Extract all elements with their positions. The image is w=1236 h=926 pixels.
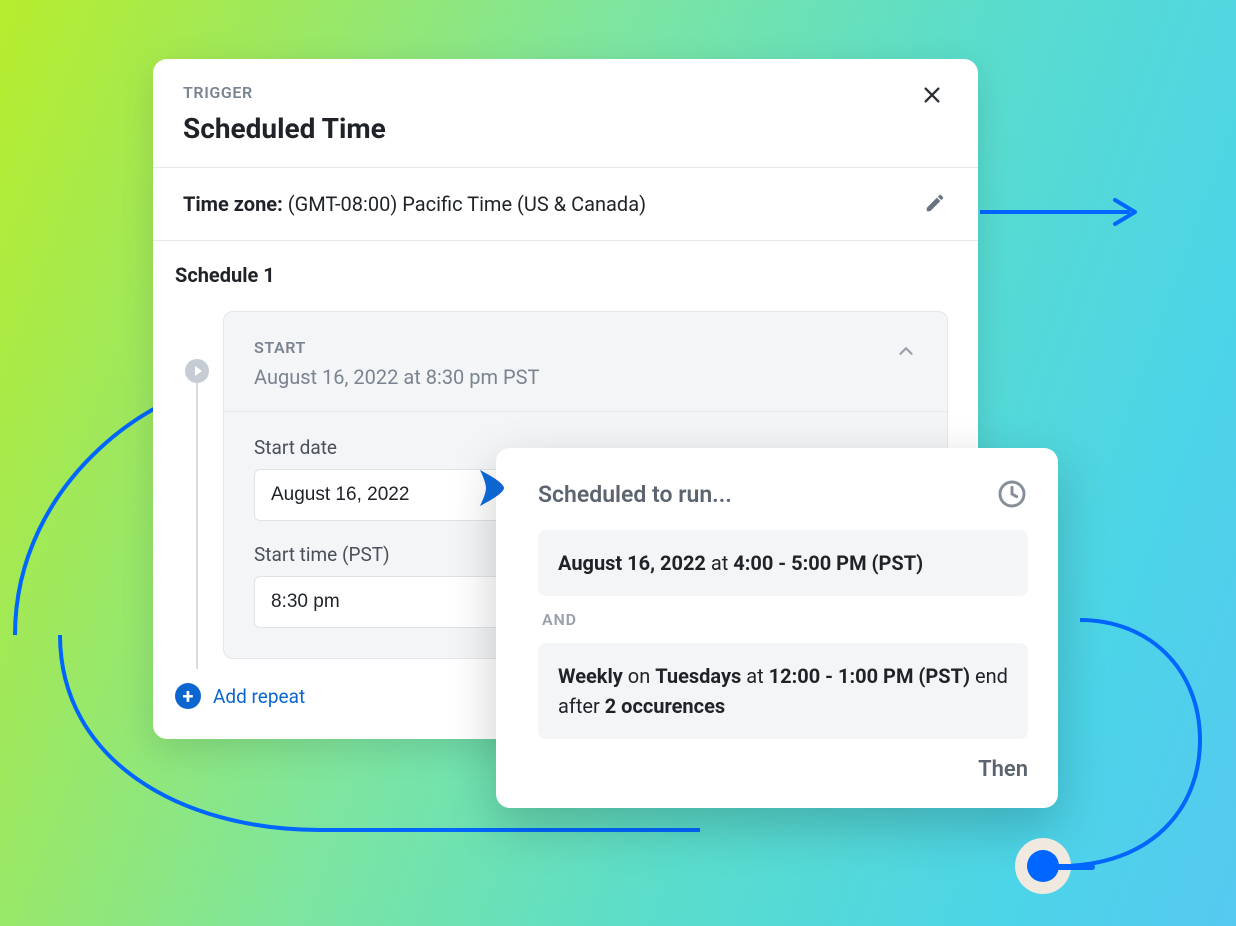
scheduled-popover: Scheduled to run... August 16, 2022 at 4… [496,448,1058,808]
collapse-toggle[interactable] [895,340,917,362]
flow-node[interactable] [1015,838,1071,894]
timezone-value: (GMT-08:00) Pacific Time (US & Canada) [288,192,646,216]
popover-title: Scheduled to run... [538,481,732,508]
run1-date: August 16, 2022 [558,551,706,575]
edit-timezone-button[interactable] [924,192,948,216]
plus-icon: + [175,683,201,709]
run2-occur: 2 occurences [605,694,725,718]
close-button[interactable] [916,79,948,111]
schedule-heading: Schedule 1 [175,263,948,287]
run2-day: Tuesdays [655,664,741,688]
clock-icon [996,478,1028,510]
play-icon [185,359,209,383]
add-repeat-label: Add repeat [213,685,305,708]
popover-pointer-icon [476,466,510,510]
start-label: START [254,338,539,357]
chevron-up-icon [895,340,917,362]
panel-eyebrow: TRIGGER [183,83,386,102]
timeline-line [196,383,198,669]
start-summary: August 16, 2022 at 8:30 pm PST [254,365,539,389]
close-icon [921,84,943,106]
timezone-row: Time zone: (GMT-08:00) Pacific Time (US … [153,168,978,240]
and-separator: AND [542,610,1028,629]
pencil-icon [924,192,946,214]
run1-time: 4:00 - 5:00 PM (PST) [733,551,923,575]
panel-title: Scheduled Time [183,112,386,145]
timezone-label: Time zone: [183,192,283,216]
run2-freq: Weekly [558,664,623,688]
run-entry-2: Weekly on Tuesdays at 12:00 - 1:00 PM (P… [538,643,1028,739]
timeline-column [175,311,223,659]
run-entry-1: August 16, 2022 at 4:00 - 5:00 PM (PST) [538,530,1028,596]
run2-time: 12:00 - 1:00 PM (PST) [769,664,970,688]
then-label: Then [538,757,1028,782]
